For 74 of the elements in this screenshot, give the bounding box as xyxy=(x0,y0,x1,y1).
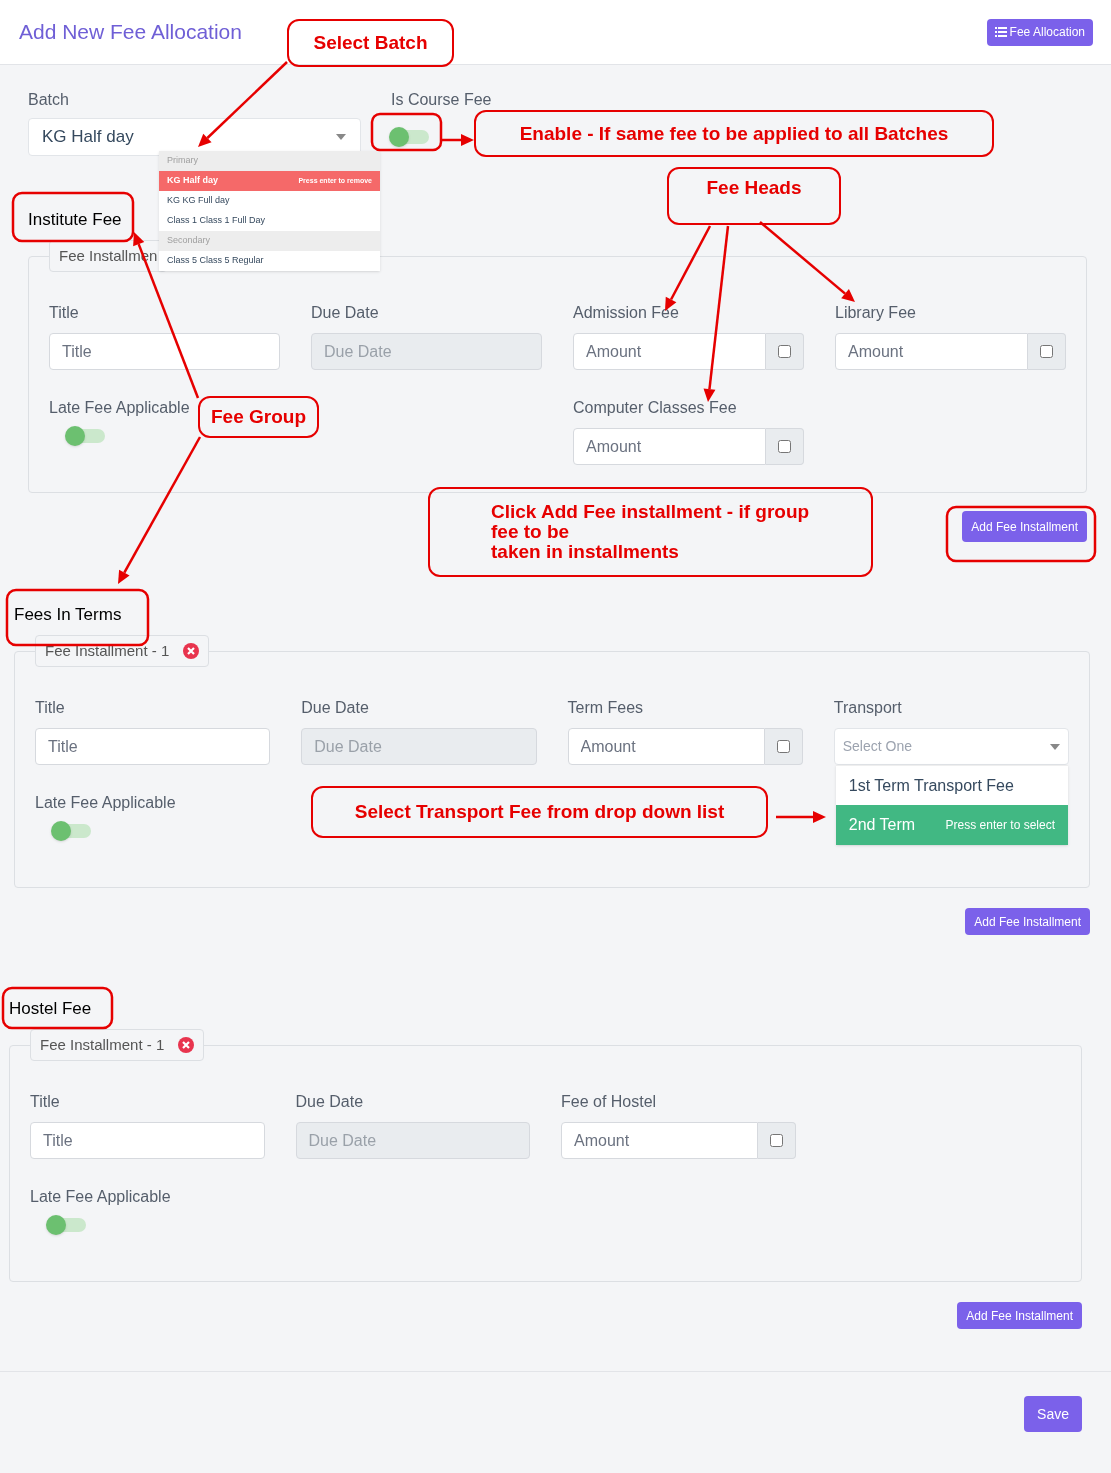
annotation-callout: Select Batch xyxy=(287,19,454,67)
field-label: Admission Fee xyxy=(573,303,679,323)
field-label: Due Date xyxy=(301,698,369,718)
add-installment-button[interactable]: Add Fee Installment xyxy=(965,908,1090,935)
legend-title: Fee Installment - 1 xyxy=(40,1034,165,1055)
annotation-arrow xyxy=(441,134,474,146)
field-label: Late Fee Applicable xyxy=(30,1187,171,1207)
batch-select[interactable]: KG Half day xyxy=(28,118,361,156)
field-label: Title xyxy=(35,698,65,718)
option-label: 2nd Term xyxy=(848,815,916,835)
checkbox[interactable] xyxy=(769,1134,783,1147)
amount-input[interactable]: Amount xyxy=(567,728,765,765)
checkbox[interactable] xyxy=(776,740,790,753)
field-label: Library Fee xyxy=(835,303,916,323)
field-label: Title xyxy=(30,1092,60,1112)
add-installment-button[interactable]: Add Fee Installment xyxy=(962,511,1087,542)
field-label: Due Date xyxy=(311,303,379,323)
section-title: Institute Fee xyxy=(28,209,122,231)
caret-icon xyxy=(1050,743,1060,750)
remove-icon[interactable] xyxy=(178,1037,195,1053)
dropdown-option[interactable]: 1st Term Transport Fee xyxy=(835,765,1068,805)
field-label: Due Date xyxy=(295,1092,364,1112)
toggle-switch[interactable] xyxy=(65,426,105,446)
annotation-arrow xyxy=(776,811,826,823)
toggle-switch[interactable] xyxy=(46,1215,86,1235)
field-label: Late Fee Applicable xyxy=(35,793,176,813)
field-label: Term Fees xyxy=(567,698,644,718)
dropdown-option[interactable]: 2nd Term Press enter to select xyxy=(835,805,1068,845)
amount-input[interactable]: Amount xyxy=(835,333,1028,370)
title-input[interactable]: Title xyxy=(30,1122,265,1159)
list-icon xyxy=(994,27,1007,37)
annotation-callout: Fee Heads xyxy=(667,167,841,225)
annotation-callout: Enable - If same fee to be applied to all Batches xyxy=(474,110,994,157)
field-label: Late Fee Applicable xyxy=(49,398,190,418)
remove-icon[interactable] xyxy=(183,643,200,659)
page-title: Add New Fee Allocation xyxy=(19,19,242,46)
annotation-callout: Fee Group xyxy=(198,396,319,438)
field-label: Fee of Hostel xyxy=(561,1092,657,1112)
field-label: Is Course Fee xyxy=(391,90,492,110)
checkbox[interactable] xyxy=(778,345,791,358)
amount-input[interactable]: Amount xyxy=(573,428,766,465)
amount-input[interactable]: Amount xyxy=(561,1122,758,1159)
amount-input[interactable]: Amount xyxy=(573,333,766,370)
dropdown-option[interactable]: KG KG Full day xyxy=(159,191,380,211)
field-label: Transport xyxy=(833,698,902,718)
transport-select[interactable]: Select One xyxy=(833,728,1069,765)
option-label: Class 1 Class 1 Full Day xyxy=(167,214,266,228)
option-label: Class 5 Class 5 Regular xyxy=(167,254,264,268)
section-title: Fees In Terms xyxy=(14,604,122,626)
dropdown-group-header: Primary xyxy=(159,151,380,171)
toggle-switch[interactable] xyxy=(51,821,91,841)
field-label: Title xyxy=(49,303,79,323)
caret-icon xyxy=(336,134,346,140)
dropdown-option[interactable]: Class 5 Class 5 Regular xyxy=(159,251,380,271)
option-label: KG KG Full day xyxy=(167,194,230,208)
option-hint: Press enter to select xyxy=(945,817,1055,834)
checkbox[interactable] xyxy=(1040,345,1053,358)
save-button[interactable]: Save xyxy=(1024,1396,1082,1432)
field-label: Computer Classes Fee xyxy=(573,398,737,418)
dropdown-group-header: Secondary xyxy=(159,231,380,251)
field-label: Batch xyxy=(28,90,70,110)
toggle-switch[interactable] xyxy=(389,127,429,147)
title-input[interactable]: Title xyxy=(49,333,280,370)
annotation-callout: Select Transport Fee from drop down list xyxy=(311,786,768,838)
title-input[interactable]: Title xyxy=(35,728,271,765)
section-title: Hostel Fee xyxy=(9,998,92,1020)
dropdown-option[interactable]: Class 1 Class 1 Full Day xyxy=(159,211,380,231)
option-label: 1st Term Transport Fee xyxy=(848,775,1014,796)
fee-allocation-button[interactable]: Fee Allocation xyxy=(986,18,1093,46)
option-label: KG Half day xyxy=(167,174,218,188)
checkbox[interactable] xyxy=(778,440,791,453)
add-installment-button[interactable]: Add Fee Installment xyxy=(957,1302,1082,1329)
legend-title: Fee Installment - 1 xyxy=(45,640,170,661)
annotation-callout: Click Add Fee installment - if group fee to be taken in installments xyxy=(428,487,873,577)
